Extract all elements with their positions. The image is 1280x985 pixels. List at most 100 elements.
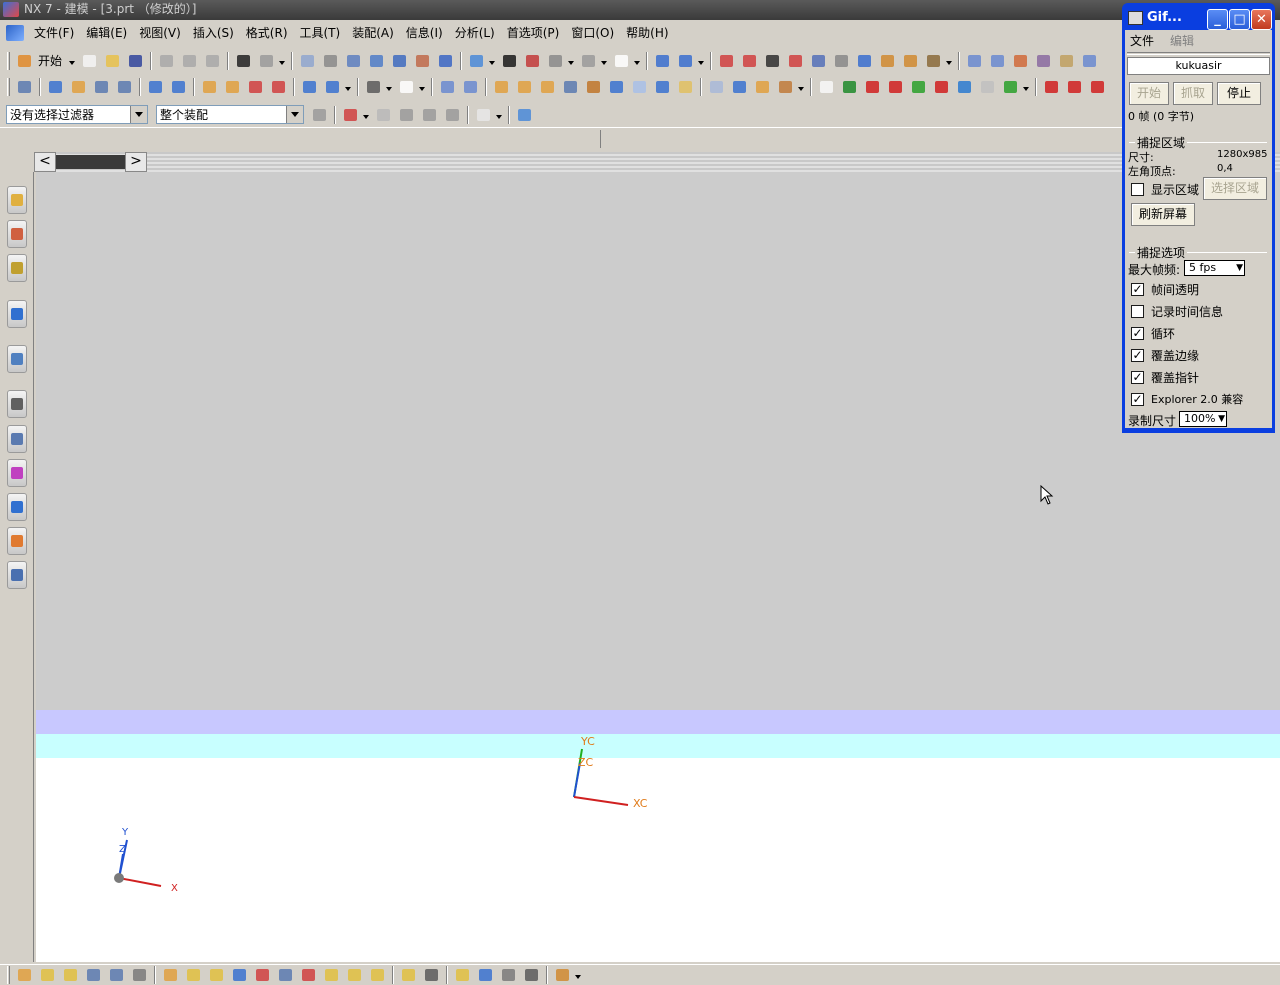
load-options-icon[interactable] — [553, 966, 572, 984]
ruler-icon[interactable] — [878, 52, 897, 70]
assembly-navigator-icon[interactable] — [7, 186, 27, 214]
helix-icon[interactable] — [909, 78, 928, 96]
copy-icon[interactable] — [180, 52, 199, 70]
paste-icon[interactable] — [203, 52, 222, 70]
max-fps-select[interactable]: 5 fps — [1184, 260, 1245, 276]
cut-icon[interactable] — [157, 52, 176, 70]
minimize-button[interactable]: _ — [1207, 9, 1228, 30]
option-checkbox-2[interactable]: ✓ — [1131, 327, 1144, 340]
undo-icon[interactable] — [234, 52, 253, 70]
shell-icon[interactable] — [492, 78, 511, 96]
zoom-icon[interactable] — [367, 52, 386, 70]
block-icon[interactable] — [146, 78, 165, 96]
gif-window-title-bar[interactable]: Gif... _ □ ✕ — [1125, 6, 1272, 30]
mirror-icon[interactable] — [561, 78, 580, 96]
curve-dropdown-icon[interactable] — [1022, 78, 1029, 96]
chamfer-icon[interactable] — [461, 78, 480, 96]
point-icon[interactable] — [763, 52, 782, 70]
menu-information[interactable]: 信息(I) — [400, 23, 449, 43]
surface-icon[interactable] — [965, 52, 984, 70]
show-constraints-icon[interactable] — [184, 966, 203, 984]
hide-icon[interactable] — [546, 52, 565, 70]
wave-link-icon[interactable] — [399, 966, 418, 984]
route-icon[interactable] — [522, 966, 541, 984]
menu-insert[interactable]: 插入(S) — [187, 23, 240, 43]
replace-component-icon[interactable] — [130, 966, 149, 984]
studio-icon[interactable] — [523, 52, 542, 70]
sweep-icon[interactable] — [92, 78, 111, 96]
datum-dropdown-icon[interactable] — [418, 78, 425, 96]
unite-icon[interactable] — [300, 78, 319, 96]
surface-2-icon[interactable] — [988, 52, 1007, 70]
edit-feature-icon[interactable] — [707, 78, 726, 96]
trim-body-icon[interactable] — [364, 78, 383, 96]
spring-icon[interactable] — [886, 78, 905, 96]
web-browser-icon[interactable] — [7, 345, 27, 373]
option-checkbox-5[interactable]: ✓ — [1131, 393, 1144, 406]
angle-icon[interactable] — [901, 52, 920, 70]
shaded-icon[interactable] — [500, 52, 519, 70]
sketch-new-icon[interactable] — [817, 78, 836, 96]
ellipse-icon[interactable] — [932, 78, 951, 96]
trim-dropdown-icon[interactable] — [385, 78, 392, 96]
datum-csys-icon[interactable] — [740, 52, 759, 70]
select-body-icon[interactable] — [420, 106, 439, 124]
option-checkbox-1[interactable] — [1131, 305, 1144, 318]
clone-assembly-icon[interactable] — [345, 966, 364, 984]
sequence-icon[interactable] — [253, 966, 272, 984]
snap-point-icon[interactable] — [341, 106, 360, 124]
remember-constraints-icon[interactable] — [207, 966, 226, 984]
edit-object-icon[interactable] — [855, 52, 874, 70]
offset-face-icon[interactable] — [630, 78, 649, 96]
render-style-icon[interactable] — [436, 52, 455, 70]
hole-icon[interactable] — [200, 78, 219, 96]
background-dropdown-icon[interactable] — [633, 52, 641, 70]
gif-start-button[interactable]: 开始 — [1129, 82, 1169, 105]
rectangle-select-icon[interactable] — [474, 106, 493, 124]
chevron-down-icon[interactable] — [286, 106, 303, 123]
curve-tools-icon[interactable] — [1088, 78, 1107, 96]
orient-dropdown-icon[interactable] — [488, 52, 496, 70]
open-folder-icon[interactable] — [103, 52, 122, 70]
reuse-library-icon[interactable] — [7, 300, 27, 328]
offset-icon[interactable] — [1057, 52, 1076, 70]
gif-stop-button[interactable]: 停止 — [1217, 82, 1261, 105]
datum-plane-icon[interactable] — [397, 78, 416, 96]
pocket-icon[interactable] — [246, 78, 265, 96]
reference-set-icon[interactable] — [322, 966, 341, 984]
menu-assemblies[interactable]: 装配(A) — [346, 23, 400, 43]
draft-icon[interactable] — [1034, 52, 1053, 70]
arrow-marker-icon[interactable] — [1001, 78, 1020, 96]
select-icon[interactable] — [832, 52, 851, 70]
analysis-icon[interactable] — [924, 52, 943, 70]
view-triad[interactable] — [105, 830, 175, 890]
chevron-down-icon[interactable] — [130, 106, 147, 123]
thread-icon[interactable] — [607, 78, 626, 96]
exploded-view-icon[interactable] — [230, 966, 249, 984]
revolve-icon[interactable] — [69, 78, 88, 96]
edit-parameters-icon[interactable] — [730, 78, 749, 96]
tube-icon[interactable] — [115, 78, 134, 96]
wcs-dropdown-icon[interactable] — [697, 52, 705, 70]
boss-icon[interactable] — [223, 78, 242, 96]
ring-icon[interactable] — [955, 78, 974, 96]
curve-rule-icon[interactable] — [374, 106, 393, 124]
extrude-icon[interactable] — [46, 78, 65, 96]
scale-body-icon[interactable] — [653, 78, 672, 96]
polygon-icon[interactable] — [978, 78, 997, 96]
pattern-icon[interactable] — [538, 78, 557, 96]
constraint-navigator-icon[interactable] — [7, 220, 27, 248]
assembly-constraints-icon[interactable] — [161, 966, 180, 984]
wave-geometry-icon[interactable] — [276, 966, 295, 984]
rotate-icon[interactable] — [390, 52, 409, 70]
part-navigator-icon[interactable] — [7, 254, 27, 282]
option-checkbox-3[interactable]: ✓ — [1131, 349, 1144, 362]
record-size-select[interactable]: 100% — [1179, 411, 1227, 427]
close-button[interactable]: ✕ — [1251, 9, 1272, 30]
sew-icon[interactable] — [584, 78, 603, 96]
fit-icon[interactable] — [298, 52, 317, 70]
menu-window[interactable]: 窗口(O) — [565, 23, 620, 43]
menu-edit[interactable]: 编辑(E) — [80, 23, 133, 43]
relationship-browser-icon[interactable] — [422, 966, 441, 984]
part-navigator-icon[interactable] — [15, 78, 34, 96]
